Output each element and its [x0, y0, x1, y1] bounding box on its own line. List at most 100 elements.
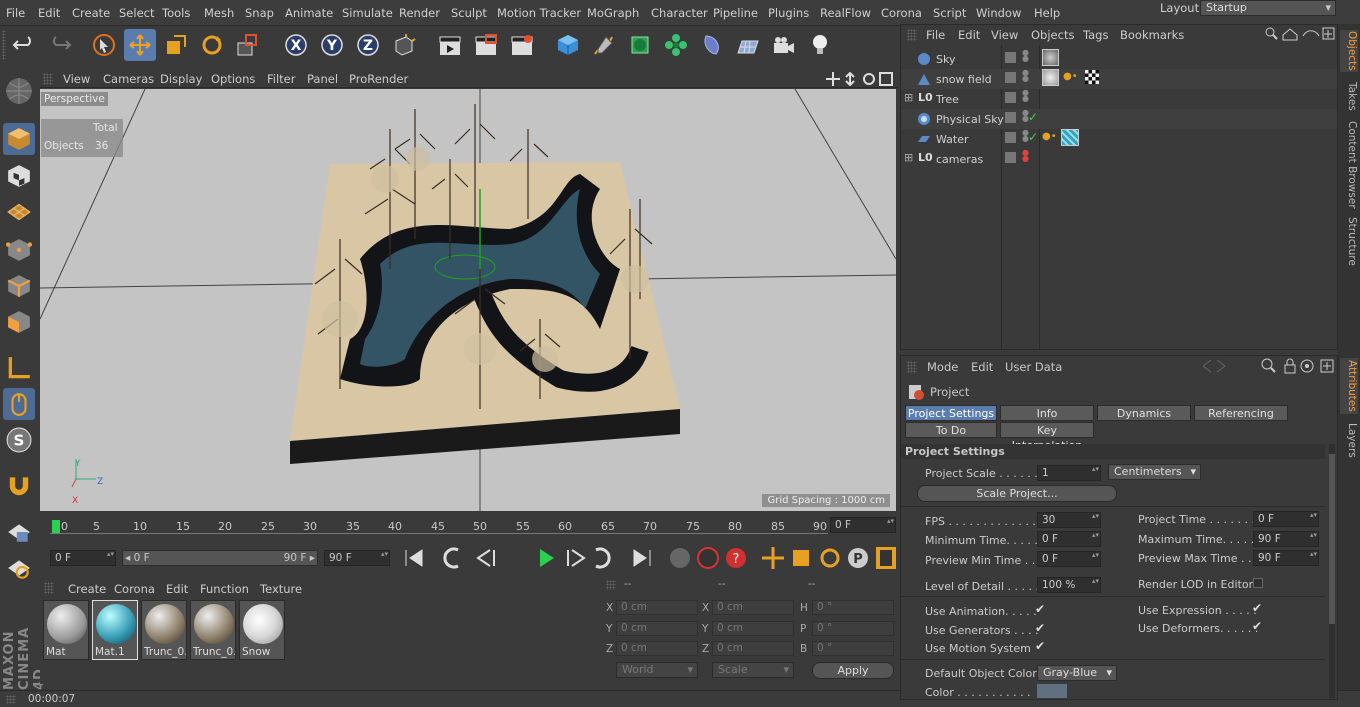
subdivision-button[interactable]: [624, 29, 656, 61]
tab-project-settings[interactable]: Project Settings: [905, 405, 997, 421]
range-slider[interactable]: ◂ 0 F 90 F ▸: [122, 550, 318, 566]
units-select[interactable]: Centimeters: [1108, 464, 1201, 480]
snap-button[interactable]: S: [3, 424, 35, 456]
water-material-tag-icon[interactable]: [1061, 129, 1079, 146]
coord-size-mode-select[interactable]: Scale: [712, 662, 794, 678]
material-swatch[interactable]: Mat: [43, 600, 89, 660]
menu-window[interactable]: Window: [976, 6, 1021, 20]
attr-menu-user-data[interactable]: User Data: [1005, 360, 1062, 374]
scale-project-button[interactable]: Scale Project...: [917, 485, 1117, 502]
apply-button[interactable]: Apply: [812, 662, 894, 679]
cinema4d-logo-button[interactable]: [3, 75, 35, 107]
layer-swatch[interactable]: [1005, 112, 1016, 123]
workplane-mode-button[interactable]: [3, 196, 35, 228]
light-button[interactable]: [804, 29, 836, 61]
menu-animate[interactable]: Animate: [285, 6, 333, 20]
menu-file[interactable]: File: [6, 6, 25, 20]
side-tab-structure[interactable]: Structure: [1340, 216, 1358, 266]
menu-character[interactable]: Character: [651, 6, 708, 20]
material-swatch[interactable]: Mat.1: [92, 600, 138, 660]
side-tab-content-browser[interactable]: Content Browser: [1340, 120, 1358, 210]
menu-help[interactable]: Help: [1034, 6, 1060, 20]
material-swatch[interactable]: Trunc_0.: [141, 600, 187, 660]
object-name[interactable]: Water: [936, 133, 969, 146]
render-region-button[interactable]: [470, 29, 502, 61]
mat-menu-texture[interactable]: Texture: [260, 582, 302, 596]
use-animation-checkbox[interactable]: ✔: [1035, 602, 1045, 616]
menu-motion-tracker[interactable]: Motion Tracker: [497, 6, 581, 20]
record-controls[interactable]: ? P: [628, 545, 898, 571]
material-tag-icon[interactable]: [1042, 49, 1059, 66]
menu-simulate[interactable]: Simulate: [342, 6, 393, 20]
viewport-menu-options[interactable]: Options: [211, 72, 255, 86]
undo-button[interactable]: [8, 29, 40, 61]
visibility-dots[interactable]: ● ●: [1022, 149, 1029, 163]
object-row-cameras[interactable]: ⊞ L0 cameras ● ●: [901, 149, 1337, 169]
z-axis-lock-button[interactable]: Z: [352, 29, 384, 61]
menu-plugins[interactable]: Plugins: [768, 6, 809, 20]
expand-icon[interactable]: ⊞: [904, 151, 913, 164]
fps-field[interactable]: 30: [1037, 512, 1101, 528]
playhead[interactable]: [52, 520, 60, 534]
object-row-water[interactable]: Water ● ● ✓ ●•: [901, 129, 1337, 149]
viewport-nav-icons[interactable]: [826, 72, 896, 86]
menu-render[interactable]: Render: [399, 6, 440, 20]
layer-swatch[interactable]: [1005, 72, 1016, 83]
viewport-grip[interactable]: [43, 73, 53, 85]
attr-menu-edit[interactable]: Edit: [971, 360, 993, 374]
menu-tools[interactable]: Tools: [162, 6, 190, 20]
visibility-dots[interactable]: ● ●: [1022, 69, 1029, 83]
y-axis-lock-button[interactable]: Y: [316, 29, 348, 61]
scale-tool-button[interactable]: [160, 29, 192, 61]
om-menu-view[interactable]: View: [991, 28, 1018, 42]
menu-edit[interactable]: Edit: [38, 6, 60, 20]
render-view-button[interactable]: [434, 29, 466, 61]
checker-tag-icon[interactable]: [1085, 70, 1099, 84]
layer-swatch[interactable]: [1005, 132, 1016, 143]
end-frame-field[interactable]: 90 F: [324, 550, 390, 566]
mat-menu-function[interactable]: Function: [200, 582, 249, 596]
attr-grip[interactable]: [907, 361, 917, 373]
rotate-tool-button[interactable]: [196, 29, 228, 61]
object-name[interactable]: Sky: [936, 53, 955, 66]
object-name[interactable]: snow field: [936, 73, 992, 86]
om-menu-edit[interactable]: Edit: [958, 28, 980, 42]
default-color-select[interactable]: Gray-Blue: [1037, 665, 1117, 681]
tag-dots-icon[interactable]: ●•: [1042, 131, 1057, 142]
material-swatch[interactable]: Trunc_0.: [190, 600, 236, 660]
use-generators-checkbox[interactable]: ✔: [1035, 621, 1045, 635]
tab-to-do[interactable]: To Do: [905, 422, 997, 438]
rotation-b-field[interactable]: 0 °: [812, 641, 894, 656]
tab-key-interpolation[interactable]: Key Interpolation: [1000, 422, 1094, 452]
move-tool-button[interactable]: [124, 29, 156, 61]
layer-swatch[interactable]: [1005, 92, 1016, 103]
x-axis-lock-button[interactable]: X: [280, 29, 312, 61]
timeline[interactable]: 0 5 10 15 20 25 30 35 40 45 50 55 60 65 …: [40, 512, 898, 542]
rotation-h-field[interactable]: 0 °: [812, 600, 894, 615]
menu-sculpt[interactable]: Sculpt: [451, 6, 487, 20]
size-x-field[interactable]: 0 cm: [712, 600, 794, 615]
side-tab-layers[interactable]: Layers: [1340, 420, 1358, 460]
menu-create[interactable]: Create: [72, 6, 110, 20]
side-tab-attributes[interactable]: Attributes: [1340, 358, 1358, 414]
layout-select[interactable]: Startup: [1200, 0, 1336, 16]
lod-field[interactable]: 100 %: [1037, 577, 1101, 593]
enabled-check-icon[interactable]: ✓: [1028, 130, 1038, 144]
om-menu-bookmarks[interactable]: Bookmarks: [1120, 28, 1184, 42]
axis-mode-button[interactable]: [3, 352, 35, 384]
redo-button[interactable]: [44, 29, 76, 61]
deformer-button[interactable]: [696, 29, 728, 61]
render-settings-button[interactable]: [506, 29, 538, 61]
preview-min-field[interactable]: 0 F: [1037, 551, 1101, 567]
toolbar-grip[interactable]: [2, 30, 6, 60]
om-menu-objects[interactable]: Objects: [1031, 28, 1074, 42]
min-time-field[interactable]: 0 F: [1037, 531, 1101, 547]
floor-button[interactable]: [732, 29, 764, 61]
render-lod-checkbox[interactable]: [1253, 578, 1263, 588]
project-scale-field[interactable]: 1: [1037, 465, 1101, 481]
om-menu-tags[interactable]: Tags: [1083, 28, 1108, 42]
menu-select[interactable]: Select: [119, 6, 154, 20]
object-row-tree[interactable]: ⊞ L0 Tree ● ●: [901, 89, 1337, 109]
model-mode-button[interactable]: [3, 123, 35, 155]
mat-menu-create[interactable]: Create: [68, 582, 106, 596]
